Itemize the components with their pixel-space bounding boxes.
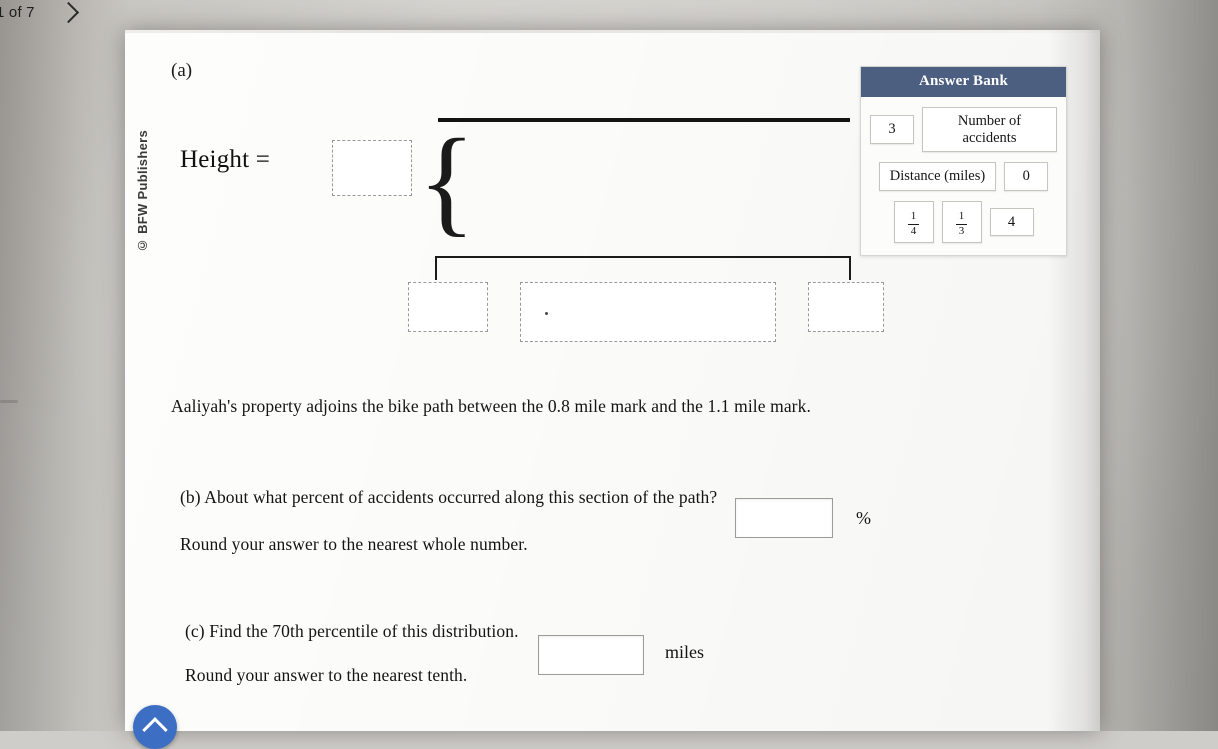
chevron-right-icon[interactable] xyxy=(57,1,79,24)
answer-chip-one-fourth[interactable]: 1 4 xyxy=(893,201,934,244)
answer-chip-0[interactable]: 0 xyxy=(1004,162,1049,192)
part-c-question: (c) Find the 70th percentile of this dis… xyxy=(185,621,519,641)
denominator-blank-1[interactable] xyxy=(408,282,488,332)
answer-bank-title: Answer Bank xyxy=(861,67,1066,97)
answer-chip-distance-miles[interactable]: Distance (miles) xyxy=(878,162,997,192)
answer-bank-row: 3 Number of accidents xyxy=(870,107,1057,153)
publisher-credit: © BFW Publishers xyxy=(135,130,150,254)
fraction-numerator: 1 xyxy=(910,210,917,223)
part-c-unit-label: miles xyxy=(665,642,704,662)
part-b-unit-label: % xyxy=(856,508,871,528)
page-top-edge xyxy=(125,30,1100,33)
top-navigation: 1 of 7 xyxy=(0,1,79,24)
fraction-template-area: Height = { xyxy=(180,90,900,342)
fraction-denominator: 4 xyxy=(910,225,917,238)
fraction-denominator: 3 xyxy=(958,225,965,238)
answer-bank-row: Distance (miles) 0 xyxy=(870,162,1057,192)
answer-chip-4[interactable]: 4 xyxy=(989,207,1034,237)
multiplication-dot xyxy=(545,312,548,315)
part-c-rounding-note: Round your answer to the nearest tenth. xyxy=(185,665,468,685)
answer-chip-3[interactable]: 3 xyxy=(870,115,914,144)
fraction-numerator: 1 xyxy=(958,210,965,223)
worksheet-page: © BFW Publishers (a) Height = { Answer B… xyxy=(125,30,1100,749)
arrow-up-icon xyxy=(142,717,168,743)
part-b-question: (b) About what percent of accidents occu… xyxy=(180,487,718,507)
answer-chip-one-third[interactable]: 1 3 xyxy=(941,201,982,244)
answer-bank-row: 1 4 1 3 4 xyxy=(870,201,1057,244)
denominator-bracket xyxy=(435,256,851,280)
backdrop-smudge xyxy=(0,400,18,403)
denominator-blank-2[interactable] xyxy=(520,282,776,342)
backdrop-shadow-left xyxy=(0,0,130,731)
denominator-blank-3[interactable] xyxy=(808,282,884,332)
answer-chip-number-of-accidents[interactable]: Number of accidents xyxy=(922,107,1057,153)
part-a-label: (a) xyxy=(171,60,193,81)
height-label: Height = xyxy=(180,146,270,173)
part-b-answer-input[interactable] xyxy=(735,498,833,538)
answer-bank-body: 3 Number of accidents Distance (miles) 0… xyxy=(861,97,1066,255)
fraction-bar xyxy=(438,118,850,122)
large-brace: { xyxy=(418,114,476,247)
scroll-to-top-button[interactable] xyxy=(133,705,177,749)
page-indicator: 1 of 7 xyxy=(0,4,35,21)
height-answer-blank[interactable] xyxy=(332,140,412,196)
part-b-rounding-note: Round your answer to the nearest whole n… xyxy=(180,534,528,554)
intro-text: Aaliyah's property adjoins the bike path… xyxy=(171,396,811,416)
answer-bank-panel: Answer Bank 3 Number of accidents Distan… xyxy=(860,66,1067,257)
part-c-answer-input[interactable] xyxy=(538,635,644,675)
